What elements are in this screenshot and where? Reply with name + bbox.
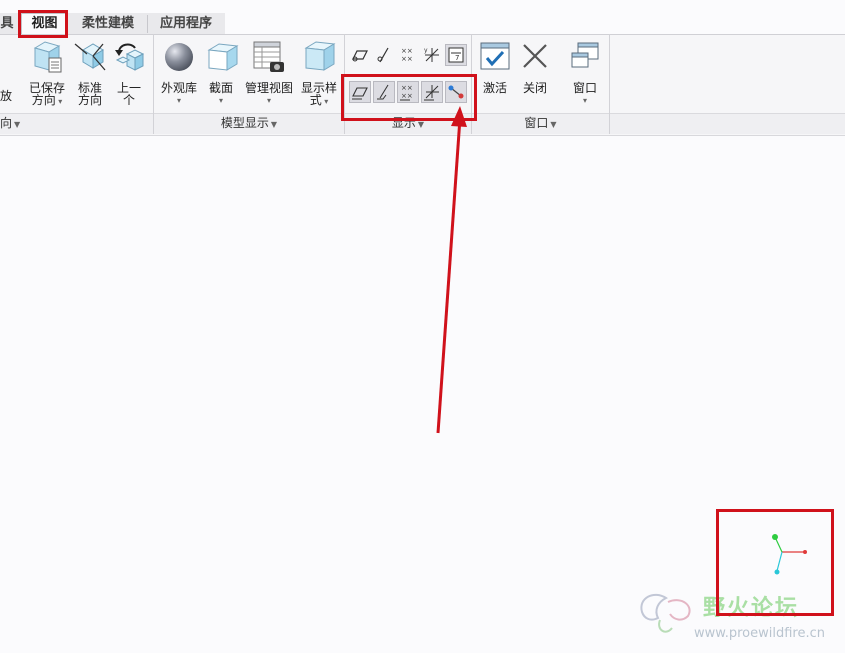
highlight-box-view-tab — [18, 10, 68, 38]
annotation-arrow — [436, 117, 462, 434]
highlight-box-display-toggles — [341, 74, 477, 121]
highlight-box-triad — [716, 509, 834, 616]
watermark-url: www.proewildfire.cn — [694, 626, 825, 641]
forum-watermark-logo — [636, 588, 696, 641]
